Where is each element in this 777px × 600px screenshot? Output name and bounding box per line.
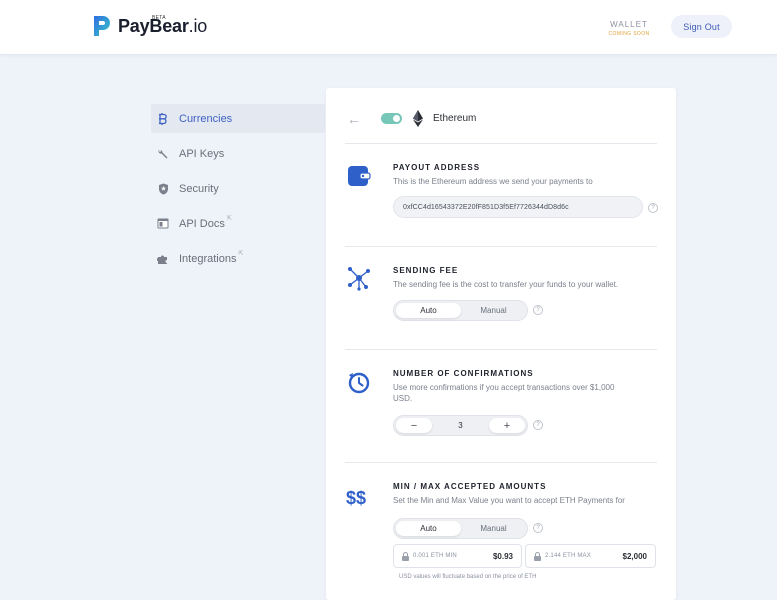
section-description: Set the Min and Max Value you want to ac… [393,496,625,505]
sidebar-item-label: Security [179,182,219,195]
help-icon[interactable]: ? [648,203,658,213]
help-icon[interactable]: ? [533,305,543,315]
max-eth-label: 2.144 ETH MAX [545,553,591,559]
sidebar-item-api-keys[interactable]: API Keys [151,139,325,168]
paybear-logo[interactable]: PayBear.io [92,14,207,38]
sidebar-item-label: API Docs [179,217,225,230]
sidebar-item-integrations[interactable]: Integrations ⇱ [151,244,325,273]
top-header: PayBear.io BETA WALLET COMING SOON Sign … [0,0,777,55]
decrement-button[interactable]: − [396,418,432,433]
currency-header: ← Ethereum [345,102,657,144]
section-title: NUMBER OF CONFIRMATIONS [393,369,534,378]
max-usd-value: $2,000 [622,552,647,561]
network-nodes-icon [348,267,370,291]
puzzle-icon [157,253,169,265]
wallet-label: WALLET [610,20,648,29]
external-link-icon: ⇱ [226,216,232,222]
beta-badge: BETA [152,15,166,21]
min-amount-field[interactable]: 0.001 ETH MIN $0.93 [393,544,522,568]
fee-auto-option[interactable]: Auto [396,303,461,318]
sidebar-item-api-docs[interactable]: API Docs ⇱ [151,209,325,238]
back-arrow-icon[interactable]: ← [347,111,361,127]
sidebar-nav: Currencies API Keys Security API Docs ⇱ … [151,104,325,279]
confirmations-stepper: 3 − + [393,415,528,436]
section-title: MIN / MAX ACCEPTED AMOUNTS [393,482,547,491]
min-usd-value: $0.93 [492,552,513,561]
fee-manual-option[interactable]: Manual [461,303,526,318]
sending-fee-section: SENDING FEE The sending fee is the cost … [345,247,657,350]
wallet-coming-soon: COMING SOON [608,31,650,37]
min-eth-label: 0.001 ETH MIN [413,553,457,559]
help-icon[interactable]: ? [533,523,543,533]
sidebar-item-label: Integrations [179,252,237,265]
sidebar-item-currencies[interactable]: Currencies [151,104,325,133]
dollar-signs-icon: $$ [346,488,366,508]
section-description: This is the Ethereum address we send you… [393,177,593,186]
currency-enabled-toggle[interactable] [381,113,402,124]
wallet-icon [348,166,371,186]
sidebar-item-label: Currencies [179,112,233,125]
sidebar-item-label: API Keys [179,147,225,160]
currency-settings-card: ← Ethereum PAYOUT ADDRESS This is the Et… [326,88,676,600]
section-description: Use more confirmations if you accept tra… [393,383,615,403]
section-title: SENDING FEE [393,266,459,275]
fee-mode-toggle: Auto Manual [393,300,528,321]
clock-refresh-icon [348,372,370,394]
sign-out-button[interactable]: Sign Out [671,15,732,38]
amounts-manual-option[interactable]: Manual [461,521,526,536]
section-title: PAYOUT ADDRESS [393,163,481,172]
confirmations-section: NUMBER OF CONFIRMATIONS Use more confirm… [345,350,657,463]
usd-fluctuation-note: USD values will fluctuate based on the p… [399,574,537,580]
lock-icon [534,552,541,561]
section-description: The sending fee is the cost to transfer … [393,280,619,289]
lock-icon [402,552,409,561]
amounts-mode-toggle: Auto Manual [393,518,528,539]
browser-icon [157,218,169,230]
help-icon[interactable]: ? [533,420,543,430]
wrench-icon [157,148,169,160]
sidebar-item-security[interactable]: Security [151,174,325,203]
ethereum-icon [413,110,423,127]
shield-icon [157,183,169,195]
max-amount-field[interactable]: 2.144 ETH MAX $2,000 [525,544,656,568]
svg-text:$$: $$ [346,488,366,508]
external-link-icon: ⇱ [238,251,244,257]
bitcoin-icon [157,112,169,125]
payout-address-section: PAYOUT ADDRESS This is the Ethereum addr… [345,144,658,247]
paybear-logo-icon [94,16,110,36]
increment-button[interactable]: + [489,418,525,433]
amounts-auto-option[interactable]: Auto [396,521,461,536]
currency-name: Ethereum [433,113,477,124]
toggle-knob [393,115,400,122]
wallet-link[interactable]: WALLET COMING SOON [600,20,658,37]
payout-address-field[interactable]: 0xfCC4d16543372E20fF851D3f5Ef7726344dD8d… [393,196,643,218]
